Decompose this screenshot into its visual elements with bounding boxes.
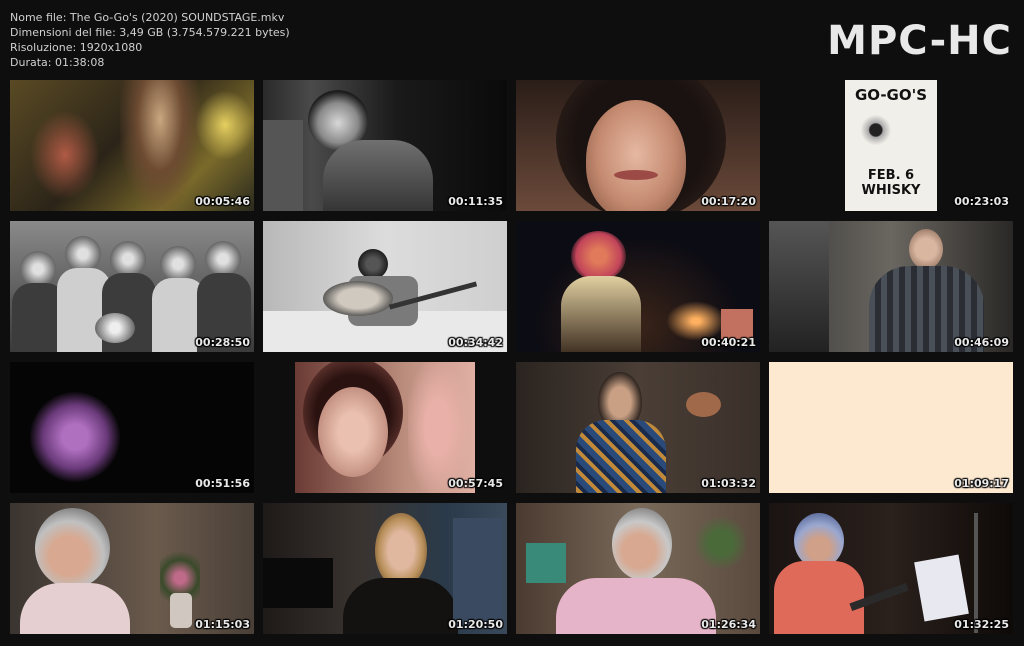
thumbnail-timestamp: 00:46:09 [954, 336, 1009, 349]
file-size: Dimensioni del file: 3,49 GB (3.754.579.… [10, 26, 290, 39]
thumbnail-timestamp: 00:51:56 [195, 477, 250, 490]
video-thumbnail: 01:20:50 [263, 503, 507, 634]
video-thumbnail: 01:03:32 [516, 362, 760, 493]
thumbnail-timestamp: 00:40:21 [701, 336, 756, 349]
piano [263, 558, 333, 608]
background-figure [263, 120, 303, 211]
person-head [375, 513, 427, 588]
video-thumbnail: GO-GO'S FEB. 6 WHISKY 00:23:03 [769, 80, 1013, 211]
resolution: Risoluzione: 1920x1080 [10, 41, 143, 54]
person-head [612, 508, 672, 580]
file-name: Nome file: The Go-Go's (2020) SOUNDSTAGE… [10, 11, 285, 24]
band-member-head [110, 241, 146, 277]
video-thumbnail: 00:05:46 [10, 80, 254, 211]
video-thumbnail: 00:46:09 [769, 221, 1013, 352]
thumbnail-frame [263, 221, 507, 352]
person-body [774, 561, 864, 634]
person-body [576, 420, 666, 493]
background-light-stand [769, 221, 829, 352]
thumbnail-frame [263, 503, 507, 634]
thumbnail-timestamp: 01:09:17 [954, 477, 1009, 490]
thumbnail-timestamp: 00:17:20 [701, 195, 756, 208]
thumbnail-timestamp: 01:32:25 [954, 618, 1009, 631]
thumbnail-frame [516, 221, 760, 352]
music-stand [914, 554, 969, 622]
lips [614, 170, 658, 180]
duration: Durata: 01:38:08 [10, 56, 105, 69]
thumbnail-frame [769, 221, 1013, 352]
video-thumbnail: 01:09:17 [769, 362, 1013, 493]
second-face [408, 362, 468, 493]
blurry-figure [30, 392, 120, 482]
poster-card: GO-GO'S FEB. 6 WHISKY [845, 80, 937, 211]
microphone-stand [974, 513, 978, 633]
thumbnail-frame: GO-GO'S FEB. 6 WHISKY [769, 80, 1013, 211]
band-member-head [65, 236, 101, 272]
poster-title: GO-GO'S [854, 86, 928, 104]
video-thumbnail: 01:32:25 [769, 503, 1013, 634]
band-member-head [20, 251, 56, 287]
thumbnail-frame [10, 362, 254, 493]
video-thumbnail: 00:40:21 [516, 221, 760, 352]
thumbnail-timestamp: 01:03:32 [701, 477, 756, 490]
thumbnail-frame [10, 503, 254, 634]
singer-hair [571, 231, 626, 281]
video-thumbnail: 00:11:35 [263, 80, 507, 211]
video-thumbnail: 00:17:20 [516, 80, 760, 211]
thumbnail-timestamp: 00:28:50 [195, 336, 250, 349]
thumbnail-timestamp: 00:11:35 [448, 195, 503, 208]
poster-photo [853, 110, 929, 160]
person-head [909, 229, 943, 269]
thumbnail-frame [263, 80, 507, 211]
mpc-hc-logo: MPC-HC [827, 18, 1012, 64]
amp [721, 309, 753, 339]
video-thumbnail: 00:57:45 [263, 362, 507, 493]
stage-light [666, 301, 726, 341]
file-info: Nome file: The Go-Go's (2020) SOUNDSTAGE… [10, 10, 290, 70]
poster-date: FEB. 6 WHISKY [861, 168, 921, 198]
person-body [323, 140, 433, 211]
thumbnail-frame [516, 80, 760, 211]
thumbnail-frame [10, 80, 254, 211]
thumbnail-frame [769, 362, 1013, 493]
thumbnail-timestamp: 00:57:45 [448, 477, 503, 490]
performer-figure [120, 80, 200, 211]
thumbnail-frame [516, 503, 760, 634]
video-thumbnail: 00:51:56 [10, 362, 254, 493]
background-decor [526, 543, 566, 583]
face [318, 387, 388, 477]
person-head [35, 508, 110, 588]
vase [170, 593, 192, 628]
face [586, 100, 686, 211]
person-body [343, 578, 458, 634]
person-body [20, 583, 130, 634]
band-member-head [205, 241, 241, 277]
video-thumbnail: 00:34:42 [263, 221, 507, 352]
person-head [358, 249, 388, 279]
thumbnail-timestamp: 01:20:50 [448, 618, 503, 631]
person-body [556, 578, 716, 634]
band-member-head [95, 313, 135, 343]
thumbnail-timestamp: 00:23:03 [954, 195, 1009, 208]
thumbnail-frame [263, 362, 507, 493]
thumbnail-frame [516, 362, 760, 493]
thumbnail-timestamp: 01:15:03 [195, 618, 250, 631]
thumbnail-timestamp: 01:26:34 [701, 618, 756, 631]
video-thumbnail: 00:28:50 [10, 221, 254, 352]
video-thumbnail: 01:15:03 [10, 503, 254, 634]
stage-light [195, 90, 254, 160]
singer-body [561, 276, 641, 352]
thumbnail-timestamp: 00:05:46 [195, 195, 250, 208]
background-plant [686, 392, 721, 417]
background-plant [696, 513, 746, 573]
thumbnail-frame [769, 503, 1013, 634]
video-thumbnail: 01:26:34 [516, 503, 760, 634]
performer-figure [30, 110, 100, 200]
thumbnail-timestamp: 00:34:42 [448, 336, 503, 349]
person-head [794, 513, 844, 568]
shelves [453, 518, 503, 628]
guitar-icon [323, 281, 393, 316]
thumbnail-frame [10, 221, 254, 352]
band-member-head [160, 246, 196, 282]
